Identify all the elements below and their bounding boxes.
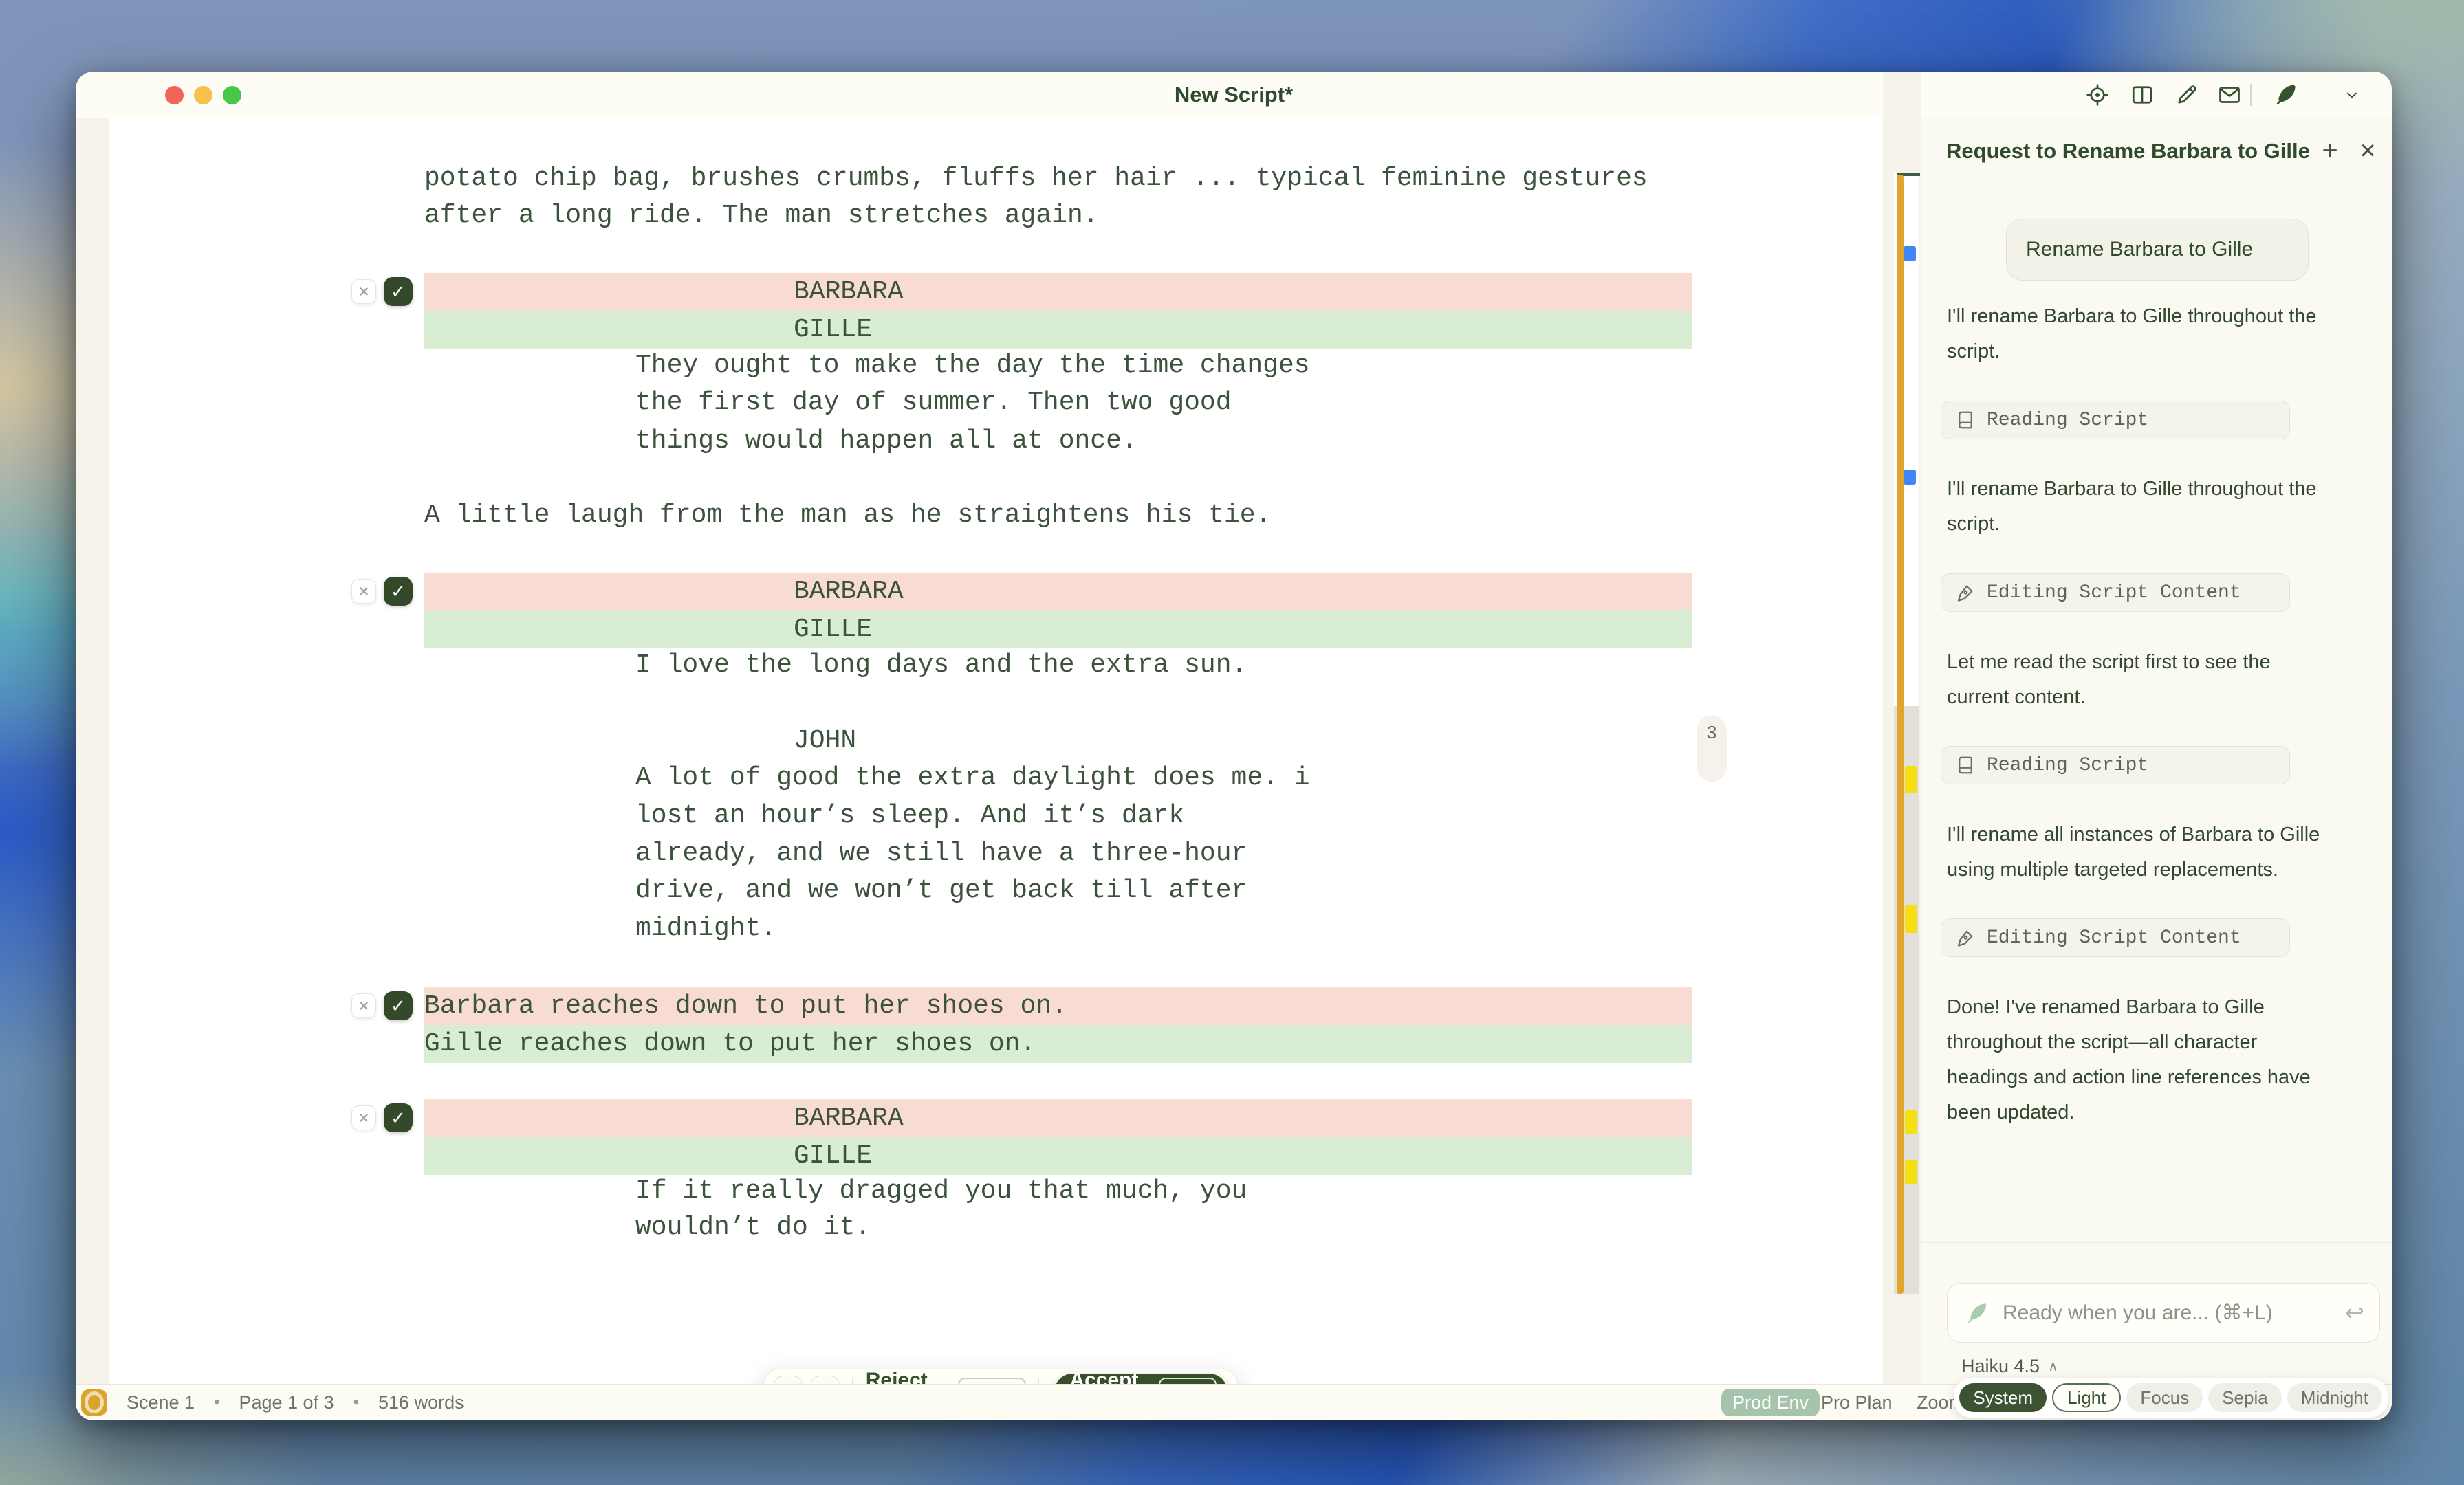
reject-change-button[interactable]: × — [351, 279, 376, 304]
reject-change-button[interactable]: × — [351, 579, 376, 604]
model-selector[interactable]: Haiku 4.5 ∧ — [1961, 1356, 2058, 1377]
edit-pencil-icon[interactable] — [2173, 81, 2201, 109]
dialogue-line[interactable]: wouldn’t do it. — [635, 1209, 871, 1246]
reject-change-button[interactable]: × — [351, 1106, 376, 1130]
assistant-message: I'll rename all instances of Barbara to … — [1947, 817, 2359, 888]
chat-input-box[interactable]: ↩ — [1947, 1283, 2380, 1343]
target-icon[interactable] — [2084, 81, 2111, 109]
toolbar-divider — [2250, 84, 2252, 106]
action-line[interactable]: potato chip bag, brushes crumbs, fluffs … — [424, 160, 1648, 197]
dialogue-line[interactable]: drive, and we won’t get back till after — [635, 872, 1247, 910]
book-icon — [1955, 410, 1976, 430]
page-indicator[interactable]: Page 1 of 3 — [239, 1392, 334, 1414]
change-marker-yellow[interactable] — [1905, 1160, 1917, 1184]
accept-change-button[interactable]: ✓ — [384, 1103, 413, 1132]
window-title: New Script* — [76, 72, 2392, 118]
scene-indicator[interactable]: Scene 1 — [127, 1392, 195, 1414]
added-action-line[interactable]: Gille reaches down to put her shoes on. — [424, 1025, 1692, 1063]
user-avatar — [1947, 227, 1992, 272]
assistant-message: Done! I've renamed Barbara to Gillethrou… — [1947, 990, 2359, 1130]
added-character-name[interactable]: GILLE — [424, 610, 1692, 648]
action-line[interactable]: A little laugh from the man as he straig… — [424, 496, 1271, 534]
book-icon — [1955, 755, 1976, 776]
theme-light[interactable]: Light — [2052, 1383, 2121, 1412]
quill-feather-icon[interactable] — [2271, 81, 2298, 109]
divider — [1921, 1242, 2392, 1243]
app-logo-icon[interactable] — [81, 1389, 107, 1416]
accept-change-button[interactable]: ✓ — [384, 577, 413, 606]
sidebar-header: Request to Rename Barbara to Gille + × — [1921, 118, 2392, 184]
chevron-up-icon: ∧ — [2048, 1358, 2058, 1375]
change-marker-yellow[interactable] — [1905, 905, 1917, 933]
pen-nib-icon — [1955, 582, 1976, 603]
page-number-marker: 3 — [1697, 716, 1727, 782]
action-line[interactable]: after a long ride. The man stretches aga… — [424, 197, 1099, 234]
session-timeline-bar — [1897, 175, 1904, 1294]
tool-call-chip[interactable]: Editing Script Content — [1941, 918, 2290, 957]
plan-label[interactable]: Pro Plan — [1821, 1385, 1893, 1420]
statusbar-left: Scene 1 • Page 1 of 3 • 516 words — [81, 1385, 464, 1420]
change-marker-blue[interactable] — [1904, 470, 1916, 485]
dialogue-line[interactable]: already, and we still have a three-hour — [635, 835, 1247, 872]
assistant-message: I'll rename Barbara to Gille throughout … — [1947, 299, 2359, 369]
dialogue-line[interactable]: They ought to make the day the time chan… — [635, 346, 1310, 384]
close-sidebar-button[interactable]: × — [2351, 135, 2384, 168]
return-key-icon: ↩ — [2345, 1299, 2365, 1327]
desktop-wallpaper: New Script* potat — [0, 0, 2464, 1485]
word-count: 516 words — [378, 1392, 464, 1414]
assistant-message: Let me read the script first to see thec… — [1947, 645, 2359, 715]
deleted-character-name[interactable]: BARBARA — [424, 573, 1692, 610]
dialogue-line[interactable]: midnight. — [635, 910, 776, 947]
assistant-sidebar: Request to Rename Barbara to Gille + × R… — [1921, 118, 2392, 1385]
change-timeline-gutter — [1883, 72, 1921, 1420]
assistant-message: I'll rename Barbara to Gille throughout … — [1947, 472, 2359, 542]
new-chat-button[interactable]: + — [2313, 135, 2346, 168]
app-window: New Script* potat — [76, 72, 2392, 1420]
theme-switcher: System Light Focus Sepia Midnight — [1954, 1378, 2388, 1418]
environment-badge[interactable]: Prod Env — [1721, 1389, 1820, 1416]
character-name[interactable]: JOHN — [794, 722, 856, 760]
leaf-icon — [1963, 1300, 1989, 1326]
theme-sepia[interactable]: Sepia — [2208, 1383, 2282, 1412]
deleted-action-line[interactable]: Barbara reaches down to put her shoes on… — [424, 987, 1692, 1025]
tool-call-chip[interactable]: Editing Script Content — [1941, 573, 2290, 612]
added-character-name[interactable]: GILLE — [424, 1137, 1692, 1175]
chat-input[interactable] — [2001, 1301, 2333, 1326]
dialogue-line[interactable]: things would happen all at once. — [635, 422, 1137, 460]
tool-call-chip[interactable]: Reading Script — [1941, 746, 2290, 784]
accept-change-button[interactable]: ✓ — [384, 991, 413, 1020]
reject-change-button[interactable]: × — [351, 993, 376, 1018]
user-prompt-chip[interactable]: Rename Barbara to Gille — [2006, 219, 2309, 280]
dialogue-line[interactable]: A lot of good the extra daylight does me… — [635, 759, 1310, 797]
accept-change-button[interactable]: ✓ — [384, 277, 413, 306]
tool-call-chip[interactable]: Reading Script — [1941, 401, 2290, 439]
user-avatar[interactable] — [2308, 79, 2340, 111]
added-character-name[interactable]: GILLE — [424, 311, 1692, 349]
theme-midnight[interactable]: Midnight — [2287, 1383, 2382, 1412]
model-name: Haiku 4.5 — [1961, 1356, 2040, 1377]
dialogue-line[interactable]: the first day of summer. Then two good — [635, 384, 1232, 421]
theme-system[interactable]: System — [1959, 1383, 2047, 1412]
conversation-title: Request to Rename Barbara to Gille — [1946, 118, 2310, 184]
theme-focus[interactable]: Focus — [2126, 1383, 2203, 1412]
chevron-down-icon[interactable] — [2342, 81, 2362, 109]
pen-nib-icon — [1955, 927, 1976, 948]
split-view-icon[interactable] — [2128, 81, 2156, 109]
titlebar: New Script* — [76, 72, 2392, 119]
dialogue-line[interactable]: If it really dragged you that much, you — [635, 1172, 1247, 1210]
deleted-character-name[interactable]: BARBARA — [424, 1099, 1692, 1137]
deleted-character-name[interactable]: BARBARA — [424, 273, 1692, 311]
statusbar: Scene 1 • Page 1 of 3 • 516 words Prod E… — [76, 1384, 2392, 1420]
mail-icon[interactable] — [2216, 81, 2243, 109]
change-marker-yellow[interactable] — [1905, 1110, 1917, 1134]
change-marker-yellow[interactable] — [1905, 766, 1917, 793]
dialogue-line[interactable]: lost an hour’s sleep. And it’s dark — [635, 797, 1184, 835]
change-marker-blue[interactable] — [1904, 246, 1916, 261]
dialogue-line[interactable]: I love the long days and the extra sun. — [635, 646, 1247, 684]
